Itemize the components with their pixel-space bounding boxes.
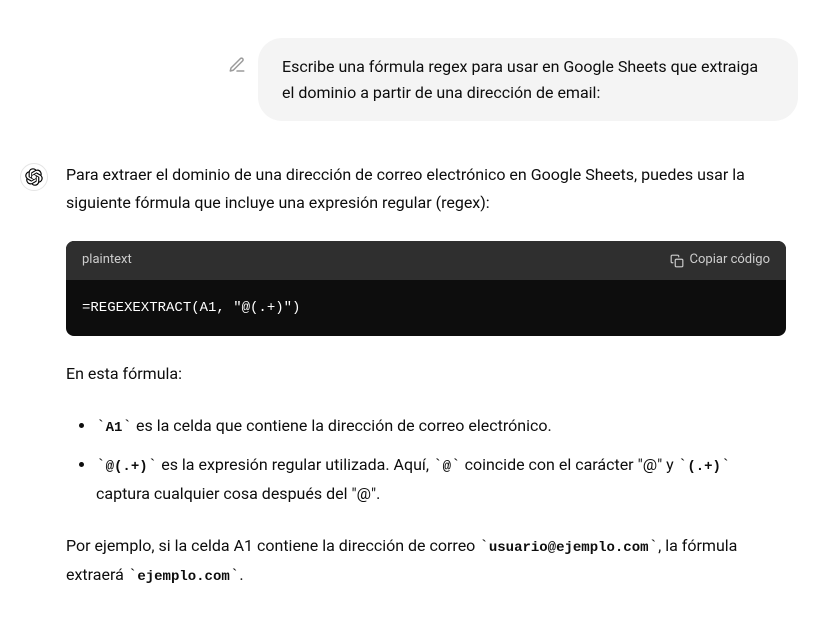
inline-code: ejemplo.com [137, 569, 229, 585]
assistant-intro: Para extraer el dominio de una dirección… [66, 161, 786, 217]
code-block: plaintext Copiar código =REGEXEXTRACT(A1… [66, 241, 786, 336]
inline-code: (.+) [687, 459, 721, 475]
copy-icon [670, 254, 684, 268]
edit-icon[interactable] [228, 56, 246, 74]
code-body: =REGEXEXTRACT(A1, "@(.+)") [66, 280, 786, 337]
assistant-message-row: Para extraer el dominio de una dirección… [20, 161, 798, 614]
user-message-row: Escribe una fórmula regex para usar en G… [20, 38, 798, 121]
copy-code-label: Copiar código [690, 249, 770, 272]
openai-logo-icon [25, 168, 43, 186]
copy-code-button[interactable]: Copiar código [670, 249, 770, 272]
assistant-content: Para extraer el dominio de una dirección… [66, 161, 786, 614]
explain-intro: En esta fórmula: [66, 360, 786, 388]
inline-code: @ [443, 459, 451, 475]
list-item: `A1` es la celda que contiene la direcci… [96, 412, 786, 441]
code-language-label: plaintext [82, 249, 132, 272]
user-message-text: Escribe una fórmula regex para usar en G… [282, 57, 758, 102]
list-item: `@(.+)` es la expresión regular utilizad… [96, 451, 786, 508]
inline-code: A1 [106, 420, 123, 436]
user-message-bubble: Escribe una fórmula regex para usar en G… [258, 38, 798, 121]
example-paragraph: Por ejemplo, si la celda A1 contiene la … [66, 532, 786, 590]
bullet-list: `A1` es la celda que contiene la direcci… [66, 412, 786, 508]
chat-container: Escribe una fórmula regex para usar en G… [0, 0, 818, 632]
code-block-header: plaintext Copiar código [66, 241, 786, 280]
inline-code: usuario@ejemplo.com [489, 540, 649, 556]
inline-code: @(.+) [106, 459, 148, 475]
assistant-avatar [20, 163, 48, 191]
